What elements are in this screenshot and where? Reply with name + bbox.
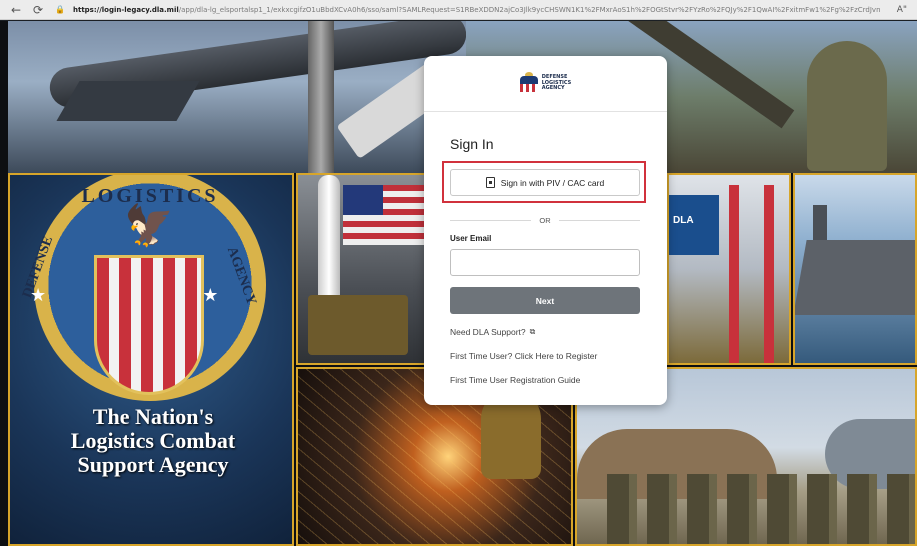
browser-toolbar: ← ⟳ 🔒 https://login-legacy.dla.mil/app/d… bbox=[0, 0, 917, 20]
user-email-input[interactable] bbox=[450, 249, 640, 276]
reload-icon[interactable]: ⟳ bbox=[30, 2, 46, 18]
or-divider: OR bbox=[450, 214, 640, 226]
dla-banner: DLA bbox=[669, 195, 719, 255]
dla-warehouse-photo: DLA bbox=[667, 173, 791, 365]
external-link-icon: ⧉ bbox=[529, 327, 536, 336]
lock-icon[interactable]: 🔒 bbox=[52, 2, 68, 17]
sign-in-card: DEFENSE LOGISTICS AGENCY Sign In Sign in… bbox=[424, 56, 667, 405]
dla-support-link[interactable]: Need DLA Support? ⧉ bbox=[450, 327, 535, 337]
card-header: DEFENSE LOGISTICS AGENCY bbox=[424, 56, 667, 112]
register-link[interactable]: First Time User? Click Here to Register bbox=[450, 351, 597, 361]
flag-warehouse-photo bbox=[296, 173, 426, 365]
smart-card-icon bbox=[485, 177, 495, 188]
piv-button-label: Sign in with PIV / CAC card bbox=[500, 177, 605, 188]
tagline-line-2: Logistics Combat bbox=[70, 428, 236, 453]
address-bar[interactable]: 🔒 https://login-legacy.dla.mil/app/dla-l… bbox=[52, 2, 885, 17]
piv-cac-sign-in-button[interactable]: Sign in with PIV / CAC card bbox=[450, 169, 640, 196]
tagline-line-3: Support Agency bbox=[77, 452, 229, 477]
url-domain: https://login-legacy.dla.mil bbox=[73, 5, 179, 14]
registration-guide-link[interactable]: First Time User Registration Guide bbox=[450, 375, 580, 385]
or-text: OR bbox=[539, 215, 551, 225]
url-path: /app/dla-lg_elsportalsp1_1/exkxcgifzO1uB… bbox=[178, 5, 881, 14]
back-arrow-icon[interactable]: ← bbox=[8, 2, 24, 18]
logo-line-3: AGENCY bbox=[541, 85, 565, 92]
sign-in-title: Sign In bbox=[450, 136, 494, 152]
eagle-icon: 🦅 bbox=[124, 203, 174, 249]
tagline-line-1: The Nation's bbox=[92, 404, 214, 429]
aircraft-carrier-photo bbox=[793, 173, 917, 365]
read-aloud-icon[interactable]: A" bbox=[897, 5, 907, 15]
url-text[interactable]: https://login-legacy.dla.mil/app/dla-lg_… bbox=[73, 6, 881, 14]
user-email-label: User Email bbox=[450, 234, 492, 243]
next-button[interactable]: Next bbox=[450, 287, 640, 314]
jet-refueling-photo bbox=[8, 21, 470, 173]
dla-seal-panel: LOGISTICS DEFENSE AGENCY 🦅 ★★★ The Natio… bbox=[8, 173, 294, 546]
support-link-label: Need DLA Support? bbox=[450, 327, 526, 337]
shield-icon bbox=[94, 255, 204, 395]
agency-tagline: The Nation's Logistics Combat Support Ag… bbox=[10, 404, 292, 477]
dla-logo-icon bbox=[519, 71, 538, 92]
dla-logo-text: DEFENSE LOGISTICS AGENCY bbox=[542, 75, 571, 92]
